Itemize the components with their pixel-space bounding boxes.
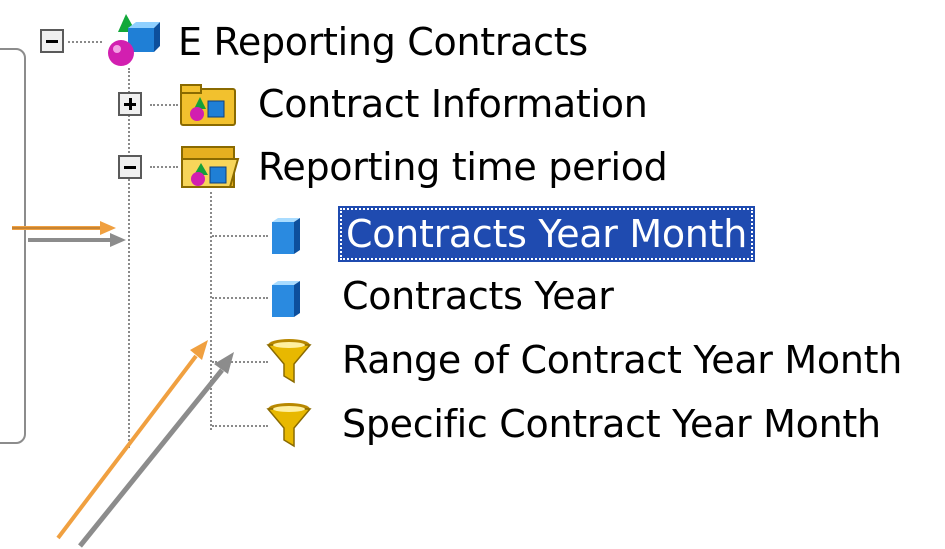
annotation-arrows (12, 221, 234, 548)
diagonal-arrow-gray (78, 352, 234, 548)
horizontal-arrow-orange (12, 221, 116, 235)
diagonal-arrow-orange (56, 340, 208, 540)
horizontal-arrow-gray (28, 233, 126, 247)
